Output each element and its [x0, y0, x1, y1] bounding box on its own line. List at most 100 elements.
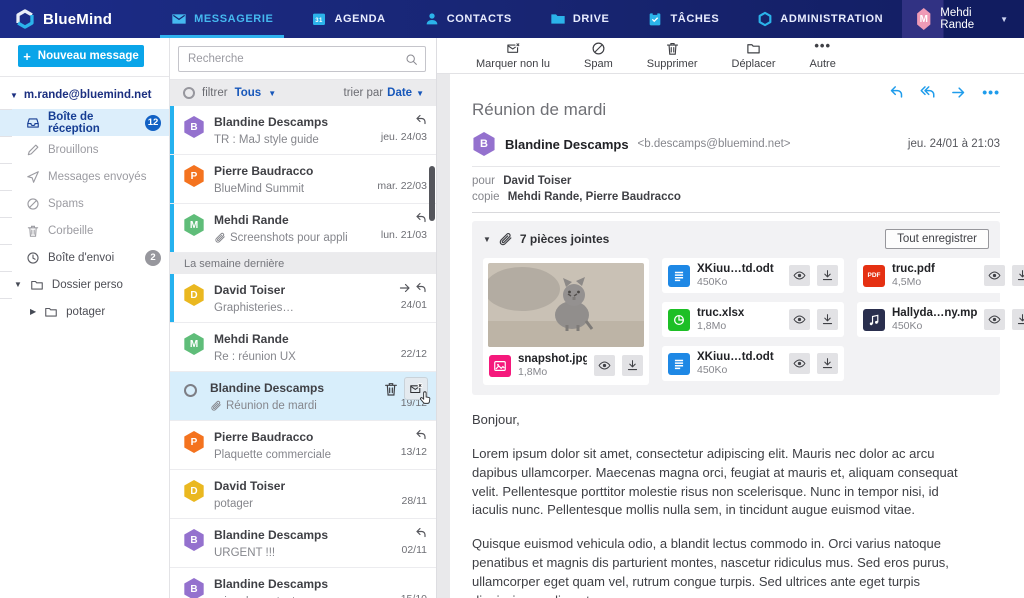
download-icon: [626, 359, 639, 372]
message-list-item[interactable]: D David Toiser Graphisteries… 24/01: [170, 274, 436, 323]
mouse-cursor: [420, 391, 431, 404]
delete-message-icon[interactable]: [383, 381, 399, 397]
user-avatar: M: [917, 8, 931, 30]
chevron-down-icon[interactable]: ▼: [483, 235, 491, 244]
download-attachment-button[interactable]: [817, 353, 838, 374]
new-message-button[interactable]: + Nouveau message: [18, 45, 144, 67]
message-list-item[interactable]: B Blandine Descamps URGENT !!! 02/11: [170, 519, 436, 568]
sender-name[interactable]: Blandine Descamps: [505, 137, 629, 152]
download-attachment-button[interactable]: [817, 309, 838, 330]
recipient-cc[interactable]: Mehdi Rande, Pierre Baudracco: [508, 191, 681, 203]
account-node[interactable]: ▼ m.rande@bluemind.net: [0, 77, 169, 109]
xlsx-file-icon: [668, 308, 690, 331]
nav-tab-agenda[interactable]: 31 AGENDA: [292, 0, 404, 38]
move-button[interactable]: Déplacer: [715, 41, 793, 70]
nav-tab-messagerie[interactable]: MESSAGERIE: [152, 0, 292, 38]
nav-tab-taches[interactable]: TÂCHES: [628, 0, 738, 38]
nav-tab-administration[interactable]: ADMINISTRATION: [738, 0, 902, 38]
paperclip-icon: [498, 232, 513, 247]
sidebar-item-drafts[interactable]: Brouillons: [0, 136, 169, 163]
forward-icon[interactable]: [951, 85, 966, 100]
message-list-item[interactable]: M Mehdi Rande Screenshots pour appli lun…: [170, 204, 436, 253]
sidebar-item-potager[interactable]: ▶ potager: [0, 298, 169, 325]
delete-button[interactable]: Supprimer: [630, 41, 715, 70]
sidebar-item-trash[interactable]: Corbeille: [0, 217, 169, 244]
chevron-down-icon: ▼: [14, 280, 22, 289]
preview-attachment-button[interactable]: [984, 265, 1005, 286]
message-list-item[interactable]: P Pierre Baudracco BlueMind Summit mar. …: [170, 155, 436, 204]
reply-all-icon[interactable]: [920, 85, 935, 100]
message-list-item[interactable]: D David Toiser potager 28/11: [170, 470, 436, 519]
message-subject: Réunion de mardi: [472, 100, 607, 119]
message-select-radio[interactable]: [184, 384, 197, 397]
spam-button[interactable]: Spam: [567, 41, 630, 70]
download-attachment-button[interactable]: [817, 265, 838, 286]
attachment-tile[interactable]: truc.xlsx 1,8Mo: [662, 302, 844, 337]
select-all-toggle[interactable]: [183, 87, 195, 99]
preview-attachment-button[interactable]: [789, 265, 810, 286]
chevron-down-icon: ▼: [10, 90, 18, 100]
user-menu[interactable]: M Mehdi Rande ▼: [902, 0, 1024, 38]
sender-row: B Blandine Descamps <b.descamps@bluemind…: [472, 132, 1000, 167]
sidebar-item-inbox[interactable]: Boîte de réception 12: [0, 109, 169, 136]
download-attachment-button[interactable]: [622, 355, 643, 376]
mail-quick-actions: •••: [889, 84, 1000, 100]
reply-icon: [415, 114, 427, 126]
sender-avatar: B: [473, 132, 495, 156]
nav-tab-contacts[interactable]: CONTACTS: [405, 0, 531, 38]
message-list-item[interactable]: P Pierre Baudracco Plaquette commerciale…: [170, 421, 436, 470]
attachment-tile[interactable]: XKiuu…td.odt 450Ko: [662, 346, 844, 381]
folder-icon: [44, 305, 58, 319]
more-actions-icon[interactable]: •••: [982, 84, 1000, 100]
chevron-down-icon[interactable]: ▼: [416, 89, 424, 98]
chevron-right-icon: ▶: [30, 307, 37, 316]
recipient-to-row: pour David Toiser: [472, 175, 572, 187]
preview-attachment-button[interactable]: [984, 309, 1005, 330]
reply-icon[interactable]: [889, 85, 904, 100]
download-icon: [1016, 269, 1024, 282]
preview-attachment-button[interactable]: [789, 309, 810, 330]
inbox-icon: [26, 116, 40, 130]
list-section-header: La semaine dernière: [170, 253, 436, 274]
save-all-attachments-button[interactable]: Tout enregistrer: [885, 229, 989, 249]
message-list-item-selected[interactable]: Blandine Descamps Réunion de mardi 19/12: [170, 372, 436, 421]
folder-sidebar: + Nouveau message ▼ m.rande@bluemind.net…: [0, 38, 170, 598]
ellipsis-icon: •••: [814, 38, 831, 53]
odt-file-icon: [668, 264, 690, 287]
message-datetime: jeu. 24/01 à 21:03: [907, 138, 1000, 150]
folder-icon: [746, 41, 761, 56]
unread-count-badge: 12: [145, 114, 161, 131]
recipient-to[interactable]: David Toiser: [503, 175, 571, 187]
forward-icon: [399, 282, 411, 294]
mark-unread-icon: [506, 41, 521, 56]
message-list-item[interactable]: B Blandine Descamps TR : MaJ style guide…: [170, 106, 436, 155]
mp3-file-icon: [863, 308, 885, 331]
preview-attachment-button[interactable]: [594, 355, 615, 376]
sidebar-item-dossier-perso[interactable]: ▼ Dossier perso: [0, 271, 169, 298]
nav-tab-drive[interactable]: DRIVE: [531, 0, 629, 38]
download-attachment-button[interactable]: [1012, 309, 1024, 330]
search-input[interactable]: [178, 46, 426, 72]
bluemind-logo[interactable]: BlueMind: [0, 0, 126, 38]
message-list-item[interactable]: M Mehdi Rande Re : réunion UX 22/12: [170, 323, 436, 372]
attachment-tile[interactable]: PDF truc.pdf 4,5Mo: [857, 258, 1024, 293]
download-attachment-button[interactable]: [1012, 265, 1024, 286]
mark-unread-button[interactable]: Marquer non lu: [459, 41, 567, 70]
chevron-down-icon[interactable]: ▼: [268, 89, 276, 98]
sidebar-item-sent[interactable]: Messages envoyés: [0, 163, 169, 190]
message-list-item[interactable]: B Blandine Descamps prise de contact 15/…: [170, 568, 436, 598]
attachment-tile[interactable]: Hallyda…ny.mp3 450Ko: [857, 302, 1024, 337]
sidebar-item-outbox[interactable]: Boîte d'envoi 2: [0, 244, 169, 271]
filter-dropdown[interactable]: Tous: [235, 87, 262, 99]
sidebar-item-spam[interactable]: Spams: [0, 190, 169, 217]
reply-icon: [415, 282, 427, 294]
sort-dropdown[interactable]: Date: [387, 87, 412, 99]
list-scrollbar[interactable]: [429, 166, 435, 221]
pencil-icon: [26, 143, 40, 157]
reply-icon: [415, 527, 427, 539]
more-actions-button[interactable]: ••• Autre: [793, 38, 853, 70]
reply-icon: [415, 429, 427, 441]
attachment-tile[interactable]: XKiuu…td.odt 450Ko: [662, 258, 844, 293]
attachment-tile-image[interactable]: snapshot.jpg 1,8Mo: [483, 258, 649, 385]
preview-attachment-button[interactable]: [789, 353, 810, 374]
